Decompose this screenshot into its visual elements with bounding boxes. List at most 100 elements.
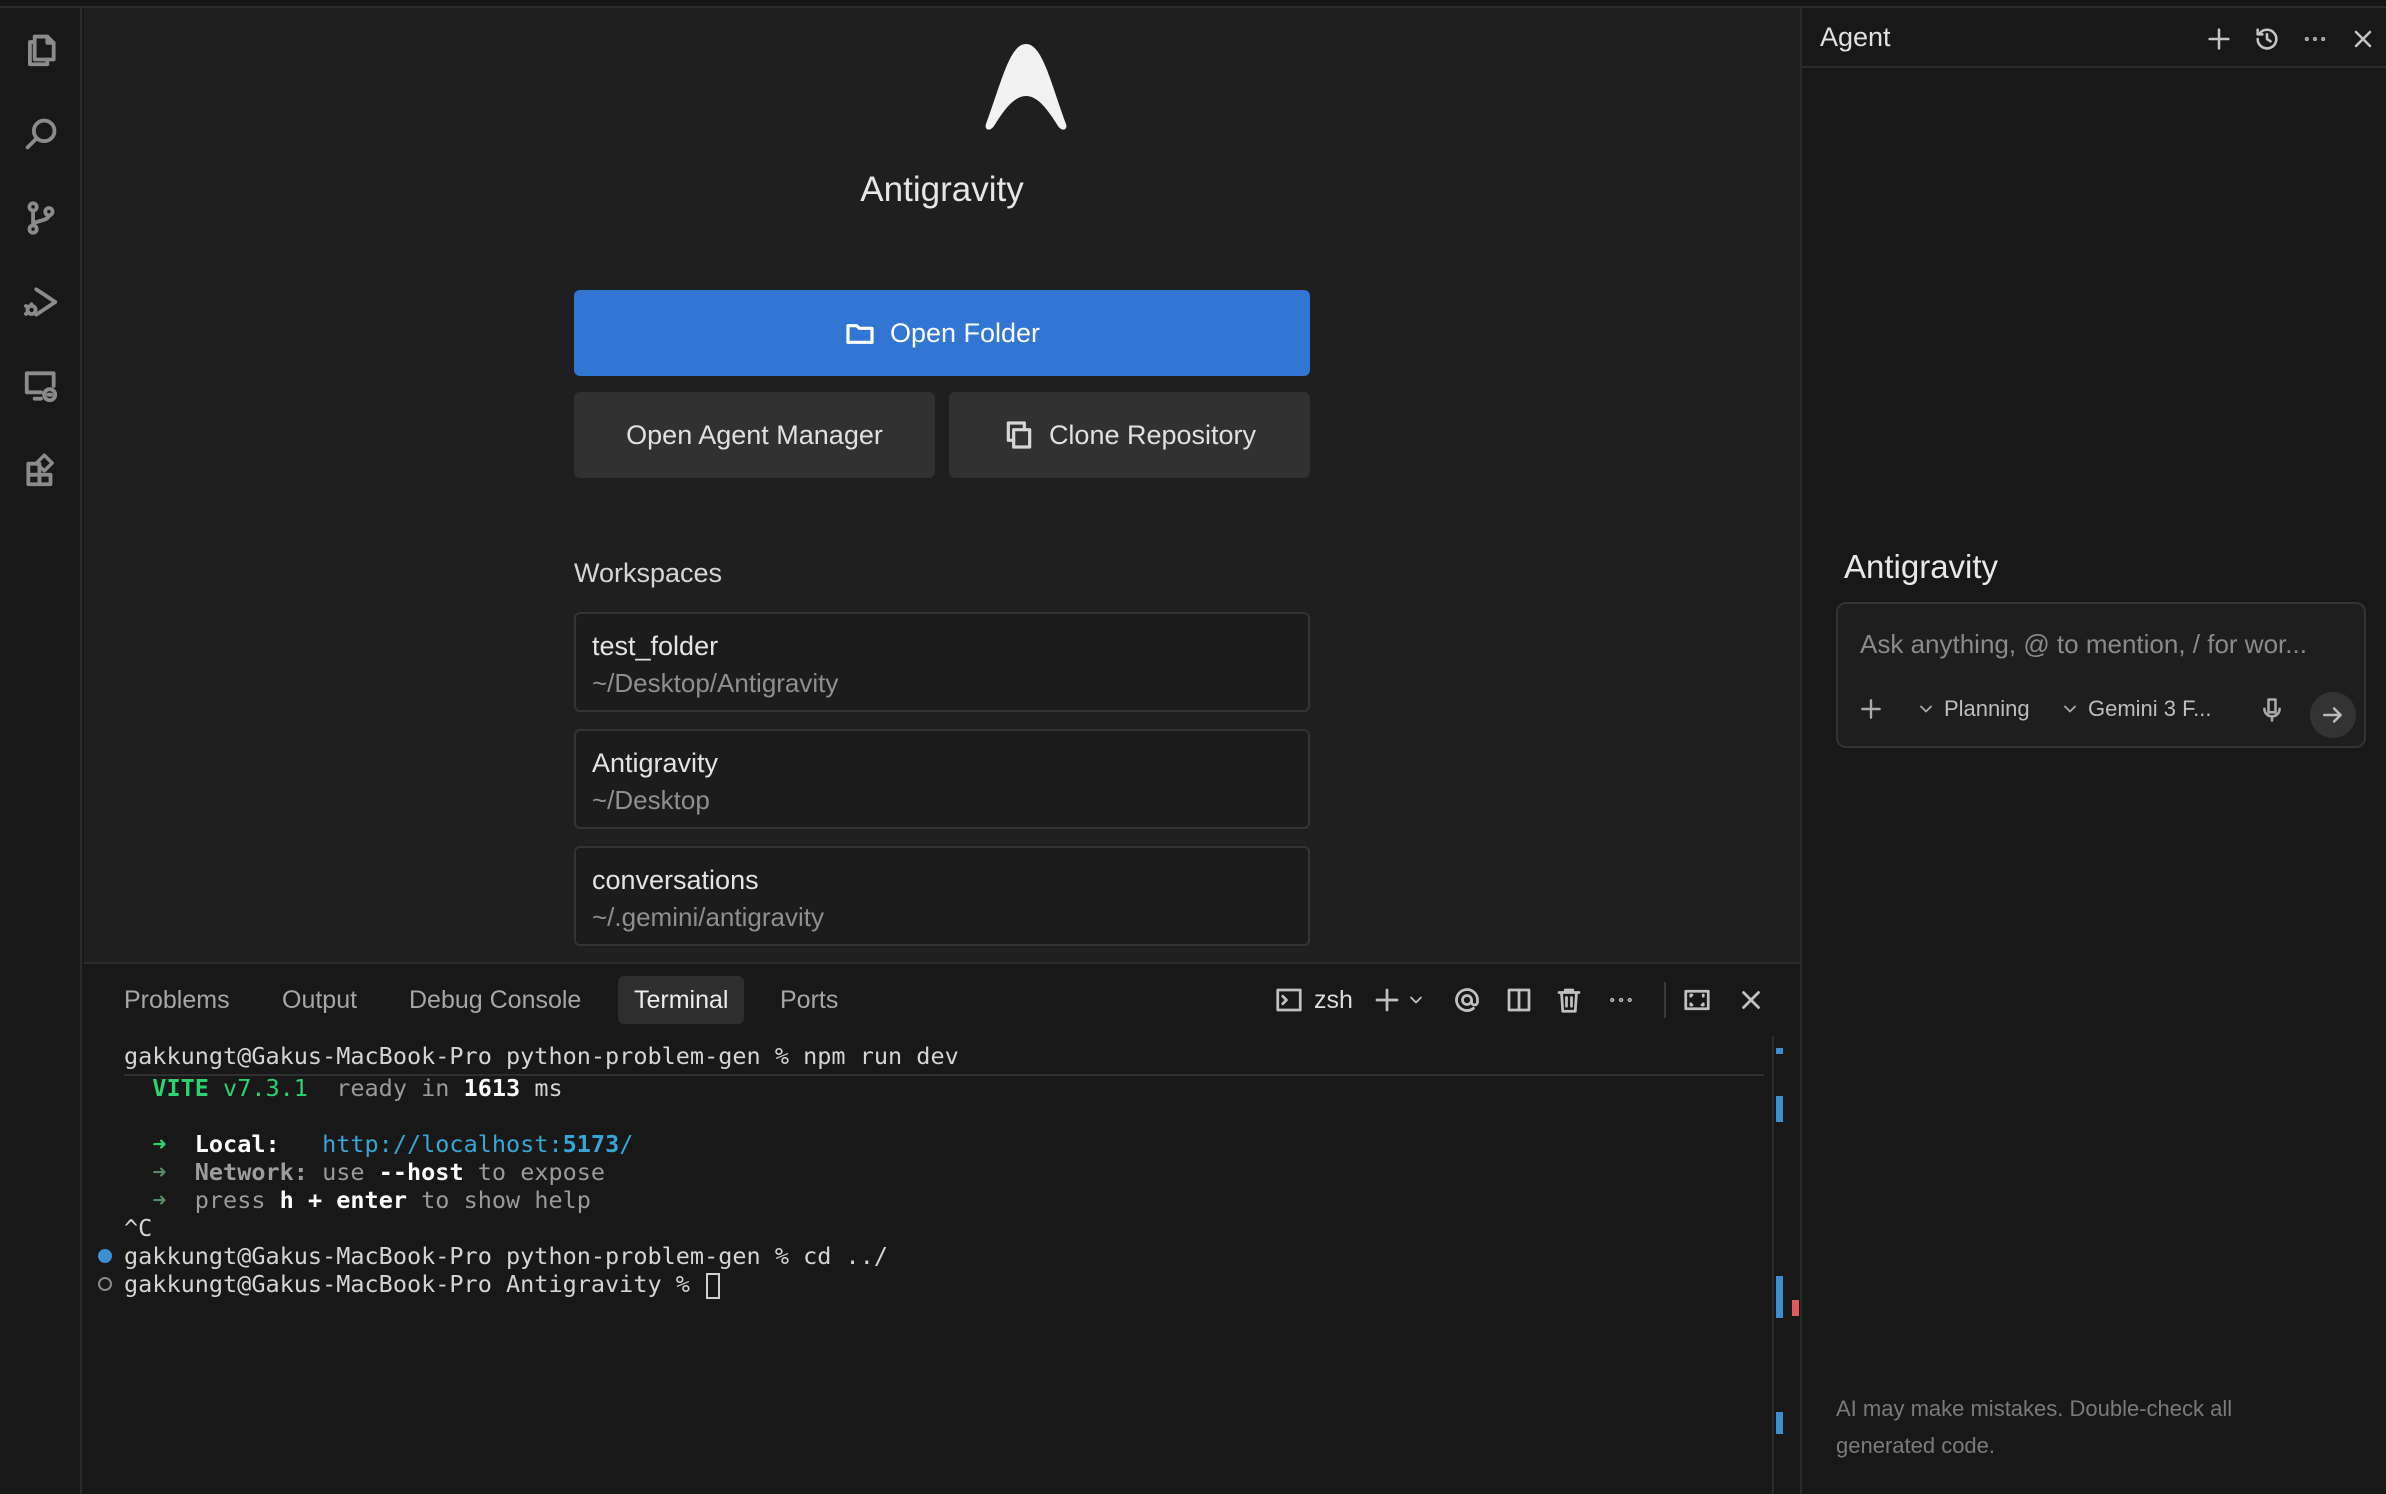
- ai-disclaimer: AI may make mistakes. Double-check all g…: [1836, 1396, 2233, 1458]
- extensions-icon[interactable]: [21, 450, 61, 490]
- tab-output[interactable]: Output: [266, 976, 373, 1024]
- network-flag: --host: [378, 1158, 464, 1186]
- agent-name: Antigravity: [1844, 548, 1999, 585]
- terminal-icon: [1276, 988, 1302, 1012]
- history-button[interactable]: [2250, 22, 2284, 56]
- model-selector[interactable]: Gemini 3 F...: [2060, 696, 2211, 722]
- tab-debug-console[interactable]: Debug Console: [393, 976, 597, 1024]
- close-agent-button[interactable]: [2346, 22, 2380, 56]
- network-rest: to expose: [477, 1158, 606, 1186]
- terminal-line: gakkungt@Gakus-MacBook-Pro python-proble…: [124, 1242, 889, 1270]
- local-label: Local:: [194, 1130, 280, 1158]
- command-success-decoration[interactable]: [98, 1249, 112, 1263]
- close-icon: [2354, 30, 2372, 48]
- terminal-dropdown-button[interactable]: [1406, 980, 1426, 1020]
- chat-input[interactable]: [1860, 624, 2350, 664]
- workspace-name: test_folder: [592, 631, 719, 661]
- microphone-icon: [2263, 698, 2281, 722]
- remote-explorer-icon[interactable]: [21, 366, 61, 406]
- ellipsis-icon: [2304, 37, 2326, 41]
- add-context-button[interactable]: [1858, 696, 1884, 722]
- terminal-scrollbar[interactable]: [1772, 1036, 1774, 1494]
- shell-name: zsh: [1314, 985, 1353, 1014]
- help-keys: h + enter: [279, 1186, 407, 1214]
- voice-input-button[interactable]: [2258, 696, 2286, 724]
- model-label: Gemini 3 F...: [2088, 696, 2212, 721]
- welcome-page: Antigravity Open Folder Open Agent Manag…: [84, 8, 1800, 962]
- mode-selector[interactable]: Planning: [1916, 696, 2030, 722]
- workspace-name: Antigravity: [592, 748, 719, 778]
- chevron-down-icon: [1920, 705, 1932, 713]
- network-label: Network:: [194, 1158, 308, 1186]
- at-icon: [1455, 988, 1479, 1012]
- workspaces-heading: Workspaces: [574, 558, 723, 588]
- vite-ready: ready in: [336, 1074, 450, 1102]
- terminal-cursor: [706, 1272, 721, 1299]
- network-use: use: [322, 1158, 365, 1186]
- scroll-marker: [1776, 1412, 1783, 1434]
- mode-label: Planning: [1944, 696, 2030, 721]
- local-port: 5173: [562, 1130, 620, 1158]
- maximize-panel-button[interactable]: [1682, 980, 1712, 1020]
- toolbar-separator: [1664, 982, 1666, 1018]
- scroll-marker-error: [1792, 1300, 1799, 1316]
- arrow-glyph: ➜: [152, 1186, 167, 1214]
- command-pending-decoration[interactable]: [98, 1277, 112, 1291]
- help-rest: to show help: [421, 1186, 591, 1214]
- tab-terminal[interactable]: Terminal: [618, 976, 745, 1024]
- tab-ports[interactable]: Ports: [764, 976, 854, 1024]
- local-url-link[interactable]: http://localhost:5173/: [322, 1130, 633, 1158]
- terminal-line: gakkungt@Gakus-MacBook-Pro python-proble…: [124, 1042, 959, 1070]
- agent-header: Agent: [1802, 8, 2386, 68]
- arrow-glyph: ➜: [152, 1158, 167, 1186]
- arrow-right-icon: [2323, 707, 2342, 723]
- vite-ms-unit: ms: [534, 1074, 563, 1102]
- terminal-line: ➜ Network: use --host to expose: [124, 1158, 605, 1186]
- workspace-item[interactable]: Antigravity ~/Desktop: [574, 729, 1310, 829]
- open-agent-manager-button[interactable]: Open Agent Manager: [574, 392, 935, 478]
- workspace-path: ~/Desktop: [592, 785, 710, 815]
- help-press: press: [194, 1186, 266, 1214]
- window-top-edge: [0, 0, 2386, 8]
- clone-repository-label: Clone Repository: [1048, 419, 1257, 450]
- tab-problems[interactable]: Problems: [108, 976, 246, 1024]
- local-url-prefix: http://localhost:: [322, 1130, 563, 1158]
- plus-icon: [1375, 988, 1399, 1012]
- files-icon[interactable]: [21, 30, 61, 70]
- workspace-name: conversations: [592, 865, 759, 895]
- new-conversation-button[interactable]: [2202, 22, 2236, 56]
- agent-more-button[interactable]: [2298, 22, 2332, 56]
- history-icon: [2256, 28, 2278, 50]
- local-url-suffix: /: [619, 1130, 634, 1158]
- agent-panel: Agent Antigravity Planning: [1800, 8, 2386, 1494]
- workspace-path: ~/Desktop/Antigravity: [592, 668, 839, 698]
- plus-icon: [2208, 28, 2230, 50]
- mention-button[interactable]: [1452, 980, 1482, 1020]
- terminal-line: ➜ press h + enter to show help: [124, 1186, 591, 1214]
- split-icon: [1507, 988, 1531, 1012]
- terminal-line: ^C: [124, 1214, 153, 1242]
- new-terminal-button[interactable]: [1372, 980, 1402, 1020]
- chevron-down-icon: [1410, 996, 1422, 1004]
- scroll-marker: [1776, 1048, 1783, 1054]
- open-folder-button[interactable]: Open Folder: [574, 290, 1310, 376]
- close-panel-button[interactable]: [1736, 980, 1766, 1020]
- terminal-shell-selector[interactable]: zsh: [1274, 980, 1353, 1020]
- send-button[interactable]: [2310, 692, 2356, 738]
- scroll-marker: [1776, 1276, 1783, 1318]
- terminal-line: VITE v7.3.1 ready in 1613 ms: [124, 1074, 563, 1102]
- search-icon[interactable]: [21, 114, 61, 154]
- split-terminal-button[interactable]: [1504, 980, 1534, 1020]
- open-agent-manager-label: Open Agent Manager: [626, 419, 883, 450]
- workspace-item[interactable]: test_folder ~/Desktop/Antigravity: [574, 612, 1310, 712]
- clone-repository-button[interactable]: Clone Repository: [949, 392, 1310, 478]
- kill-terminal-button[interactable]: [1554, 980, 1584, 1020]
- run-debug-icon[interactable]: [21, 282, 61, 322]
- more-actions-button[interactable]: [1606, 980, 1636, 1020]
- workspace-item[interactable]: conversations ~/.gemini/antigravity: [574, 846, 1310, 946]
- clone-icon: [1006, 421, 1032, 449]
- terminal-output[interactable]: gakkungt@Gakus-MacBook-Pro python-proble…: [84, 1036, 1774, 1494]
- workspace-path: ~/.gemini/antigravity: [592, 902, 824, 932]
- source-control-icon[interactable]: [21, 198, 61, 238]
- maximize-icon: [1684, 989, 1710, 1011]
